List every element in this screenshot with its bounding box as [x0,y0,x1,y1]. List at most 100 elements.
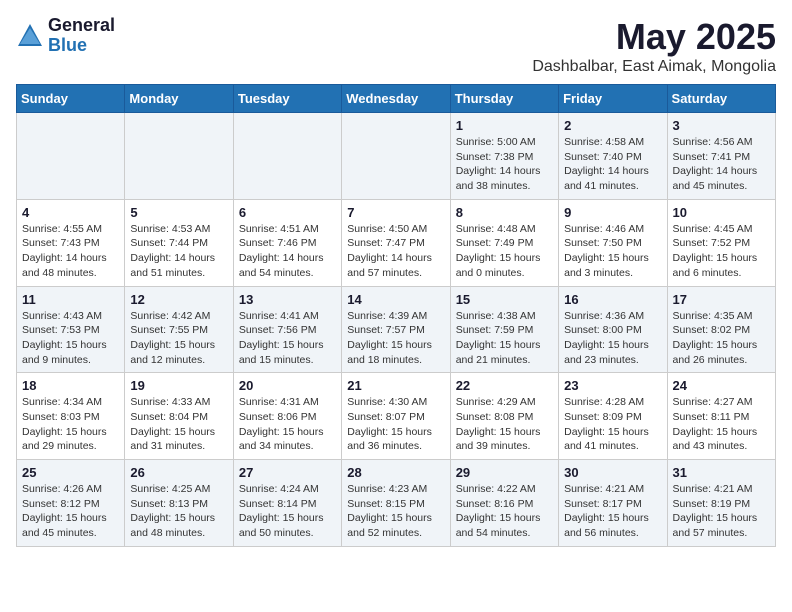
calendar-cell: 18Sunrise: 4:34 AMSunset: 8:03 PMDayligh… [17,373,125,460]
calendar-cell: 5Sunrise: 4:53 AMSunset: 7:44 PMDaylight… [125,199,233,286]
calendar-cell: 10Sunrise: 4:45 AMSunset: 7:52 PMDayligh… [667,199,775,286]
calendar-cell [125,113,233,200]
day-number: 12 [130,292,227,307]
calendar-cell: 9 Sunrise: 4:46 AMSunset: 7:50 PMDaylight… [559,199,667,286]
calendar-table: SundayMondayTuesdayWednesdayThursdayFrid… [16,84,776,547]
calendar-cell: 28 Sunrise: 4:23 AMSunset: 8:15 PMDayligh… [342,460,450,547]
day-info: Sunrise: 4:31 AMSunset: 8:06 PMDaylight:… [239,395,336,454]
day-number: 2 [564,118,661,133]
logo-general-text: General [48,16,115,36]
day-number: 7 [347,205,444,220]
calendar-cell: 1 Sunrise: 5:00 AMSunset: 7:38 PMDaylight… [450,113,558,200]
day-number: 18 [22,378,119,393]
page-header: General Blue May 2025 Dashbalbar, East A… [16,16,776,76]
day-info: Sunrise: 4:43 AMSunset: 7:53 PMDaylight:… [22,309,119,368]
calendar-cell: 15Sunrise: 4:38 AMSunset: 7:59 PMDayligh… [450,286,558,373]
calendar-cell: 27 Sunrise: 4:24 AMSunset: 8:14 PMDayligh… [233,460,341,547]
day-number: 31 [673,465,770,480]
day-number: 19 [130,378,227,393]
calendar-cell: 17Sunrise: 4:35 AMSunset: 8:02 PMDayligh… [667,286,775,373]
day-info: Sunrise: 4:22 AMSunset: 8:16 PMDaylight:… [456,482,553,541]
day-info: Sunrise: 5:00 AMSunset: 7:38 PMDaylight:… [456,135,553,194]
day-info: Sunrise: 4:26 AMSunset: 8:12 PMDaylight:… [22,482,119,541]
calendar-cell: 16Sunrise: 4:36 AMSunset: 8:00 PMDayligh… [559,286,667,373]
day-info: Sunrise: 4:36 AMSunset: 8:00 PMDaylight:… [564,309,661,368]
calendar-cell [342,113,450,200]
calendar-cell: 11 Sunrise: 4:43 AMSunset: 7:53 PMDayligh… [17,286,125,373]
calendar-cell: 23 Sunrise: 4:28 AMSunset: 8:09 PMDayligh… [559,373,667,460]
weekday-header-row: SundayMondayTuesdayWednesdayThursdayFrid… [17,85,776,113]
day-number: 4 [22,205,119,220]
day-number: 23 [564,378,661,393]
day-info: Sunrise: 4:38 AMSunset: 7:59 PMDaylight:… [456,309,553,368]
day-info: Sunrise: 4:21 AMSunset: 8:17 PMDaylight:… [564,482,661,541]
day-number: 6 [239,205,336,220]
day-number: 22 [456,378,553,393]
day-info: Sunrise: 4:24 AMSunset: 8:14 PMDaylight:… [239,482,336,541]
weekday-header-friday: Friday [559,85,667,113]
day-info: Sunrise: 4:33 AMSunset: 8:04 PMDaylight:… [130,395,227,454]
weekday-header-saturday: Saturday [667,85,775,113]
week-row-4: 18Sunrise: 4:34 AMSunset: 8:03 PMDayligh… [17,373,776,460]
day-info: Sunrise: 4:58 AMSunset: 7:40 PMDaylight:… [564,135,661,194]
logo-icon [16,22,44,50]
day-info: Sunrise: 4:53 AMSunset: 7:44 PMDaylight:… [130,222,227,281]
day-info: Sunrise: 4:41 AMSunset: 7:56 PMDaylight:… [239,309,336,368]
day-info: Sunrise: 4:46 AMSunset: 7:50 PMDaylight:… [564,222,661,281]
day-number: 24 [673,378,770,393]
calendar-cell [17,113,125,200]
day-number: 26 [130,465,227,480]
day-number: 9 [564,205,661,220]
weekday-header-sunday: Sunday [17,85,125,113]
calendar-cell: 22Sunrise: 4:29 AMSunset: 8:08 PMDayligh… [450,373,558,460]
weekday-header-thursday: Thursday [450,85,558,113]
day-number: 27 [239,465,336,480]
day-info: Sunrise: 4:30 AMSunset: 8:07 PMDaylight:… [347,395,444,454]
day-number: 1 [456,118,553,133]
calendar-cell: 20 Sunrise: 4:31 AMSunset: 8:06 PMDayligh… [233,373,341,460]
logo: General Blue [16,16,115,56]
logo-text: General Blue [48,16,115,56]
calendar-cell: 8 Sunrise: 4:48 AMSunset: 7:49 PMDaylight… [450,199,558,286]
day-info: Sunrise: 4:23 AMSunset: 8:15 PMDaylight:… [347,482,444,541]
day-number: 20 [239,378,336,393]
day-info: Sunrise: 4:25 AMSunset: 8:13 PMDaylight:… [130,482,227,541]
day-info: Sunrise: 4:21 AMSunset: 8:19 PMDaylight:… [673,482,770,541]
calendar-cell: 25Sunrise: 4:26 AMSunset: 8:12 PMDayligh… [17,460,125,547]
day-number: 14 [347,292,444,307]
calendar-cell: 14 Sunrise: 4:39 AMSunset: 7:57 PMDayligh… [342,286,450,373]
day-info: Sunrise: 4:42 AMSunset: 7:55 PMDaylight:… [130,309,227,368]
day-number: 13 [239,292,336,307]
day-info: Sunrise: 4:35 AMSunset: 8:02 PMDaylight:… [673,309,770,368]
calendar-cell: 31 Sunrise: 4:21 AMSunset: 8:19 PMDayligh… [667,460,775,547]
day-number: 29 [456,465,553,480]
weekday-header-wednesday: Wednesday [342,85,450,113]
week-row-5: 25Sunrise: 4:26 AMSunset: 8:12 PMDayligh… [17,460,776,547]
day-info: Sunrise: 4:48 AMSunset: 7:49 PMDaylight:… [456,222,553,281]
day-info: Sunrise: 4:55 AMSunset: 7:43 PMDaylight:… [22,222,119,281]
calendar-cell: 30 Sunrise: 4:21 AMSunset: 8:17 PMDayligh… [559,460,667,547]
day-number: 11 [22,292,119,307]
title-block: May 2025 Dashbalbar, East Aimak, Mongoli… [532,16,776,76]
day-info: Sunrise: 4:39 AMSunset: 7:57 PMDaylight:… [347,309,444,368]
calendar-cell: 21Sunrise: 4:30 AMSunset: 8:07 PMDayligh… [342,373,450,460]
calendar-cell: 4 Sunrise: 4:55 AMSunset: 7:43 PMDaylight… [17,199,125,286]
calendar-cell: 26 Sunrise: 4:25 AMSunset: 8:13 PMDayligh… [125,460,233,547]
day-number: 8 [456,205,553,220]
day-info: Sunrise: 4:45 AMSunset: 7:52 PMDaylight:… [673,222,770,281]
day-info: Sunrise: 4:27 AMSunset: 8:11 PMDaylight:… [673,395,770,454]
calendar-cell: 29 Sunrise: 4:22 AMSunset: 8:16 PMDayligh… [450,460,558,547]
location: Dashbalbar, East Aimak, Mongolia [532,58,776,76]
calendar-cell: 13 Sunrise: 4:41 AMSunset: 7:56 PMDayligh… [233,286,341,373]
day-number: 28 [347,465,444,480]
day-info: Sunrise: 4:28 AMSunset: 8:09 PMDaylight:… [564,395,661,454]
week-row-2: 4 Sunrise: 4:55 AMSunset: 7:43 PMDaylight… [17,199,776,286]
month-title: May 2025 [532,16,776,58]
day-info: Sunrise: 4:50 AMSunset: 7:47 PMDaylight:… [347,222,444,281]
day-info: Sunrise: 4:56 AMSunset: 7:41 PMDaylight:… [673,135,770,194]
calendar-cell: 2 Sunrise: 4:58 AMSunset: 7:40 PMDaylight… [559,113,667,200]
calendar-cell: 6Sunrise: 4:51 AMSunset: 7:46 PMDaylight… [233,199,341,286]
day-number: 3 [673,118,770,133]
calendar-cell: 19 Sunrise: 4:33 AMSunset: 8:04 PMDayligh… [125,373,233,460]
day-number: 30 [564,465,661,480]
